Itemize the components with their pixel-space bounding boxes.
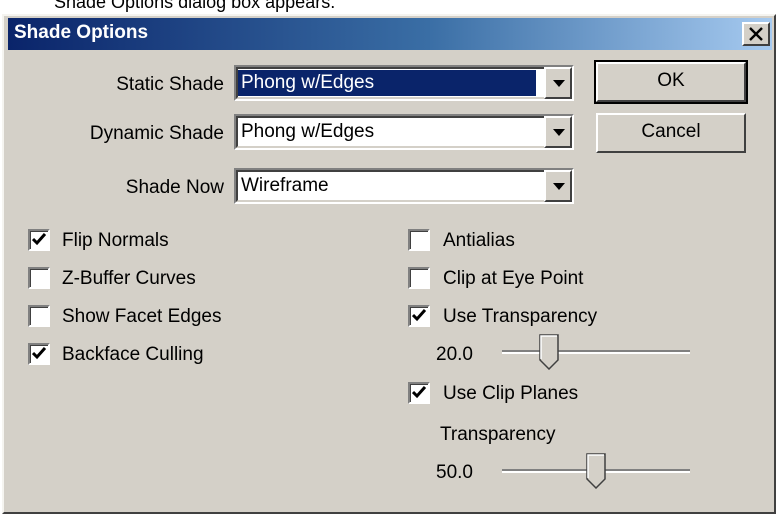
use-clip-planes-checkbox[interactable] (408, 382, 430, 404)
chevron-down-icon (553, 80, 565, 87)
clip-at-eye-point-checkbox[interactable] (408, 267, 430, 289)
antialias-label: Antialias (443, 230, 515, 251)
show-facet-edges-label: Show Facet Edges (62, 306, 222, 327)
dynamic-shade-dropdown-button[interactable] (544, 116, 572, 148)
dynamic-shade-select[interactable]: Phong w/Edges (234, 114, 574, 150)
clip-at-eye-point-label: Clip at Eye Point (443, 268, 584, 289)
antialias-checkbox[interactable] (408, 229, 430, 251)
shade-options-dialog: Shade Options Static Shade Phong w/Edges… (2, 14, 776, 514)
window-title: Shade Options (14, 22, 149, 43)
static-shade-label: Static Shade (116, 74, 224, 95)
dynamic-shade-label: Dynamic Shade (89, 123, 224, 144)
use-transparency-label: Use Transparency (443, 306, 598, 327)
shade-now-dropdown-button[interactable] (544, 170, 572, 202)
shade-now-select[interactable]: Wireframe (234, 168, 574, 204)
flip-normals-label: Flip Normals (62, 230, 169, 251)
static-shade-dropdown-button[interactable] (544, 67, 572, 99)
background-text-strip: Shade Options dialog box appears. (0, 0, 776, 14)
transparency-slider-thumb[interactable] (539, 334, 559, 370)
checkmark-icon (412, 386, 426, 399)
background-text: Shade Options dialog box appears. (54, 0, 336, 12)
transparency-value: 20.0 (436, 344, 473, 365)
dynamic-shade-value: Phong w/Edges (241, 121, 375, 142)
clip-transparency-value: 50.0 (436, 462, 473, 483)
checkmark-icon (412, 309, 426, 322)
backface-culling-checkbox[interactable] (28, 343, 50, 365)
z-buffer-curves-label: Z-Buffer Curves (62, 268, 196, 289)
shade-now-label: Shade Now (125, 177, 224, 198)
close-button[interactable] (742, 22, 770, 46)
shade-now-value: Wireframe (241, 175, 329, 196)
use-transparency-checkbox[interactable] (408, 305, 430, 327)
transparency-slider-track[interactable] (502, 350, 690, 354)
z-buffer-curves-checkbox[interactable] (28, 267, 50, 289)
chevron-down-icon (553, 183, 565, 190)
static-shade-value: Phong w/Edges (238, 70, 536, 96)
use-clip-planes-label: Use Clip Planes (443, 383, 579, 404)
close-icon (749, 27, 763, 41)
checkmark-icon (32, 347, 46, 360)
clip-transparency-label: Transparency (440, 424, 556, 445)
clip-transparency-slider-thumb[interactable] (586, 453, 606, 489)
checkmark-icon (32, 233, 46, 246)
show-facet-edges-checkbox[interactable] (28, 305, 50, 327)
flip-normals-checkbox[interactable] (28, 229, 50, 251)
chevron-down-icon (553, 129, 565, 136)
ok-button[interactable]: OK (594, 60, 748, 104)
title-bar[interactable]: Shade Options (8, 18, 772, 50)
static-shade-select[interactable]: Phong w/Edges (234, 65, 574, 101)
cancel-button[interactable]: Cancel (596, 113, 746, 153)
backface-culling-label: Backface Culling (62, 344, 204, 365)
